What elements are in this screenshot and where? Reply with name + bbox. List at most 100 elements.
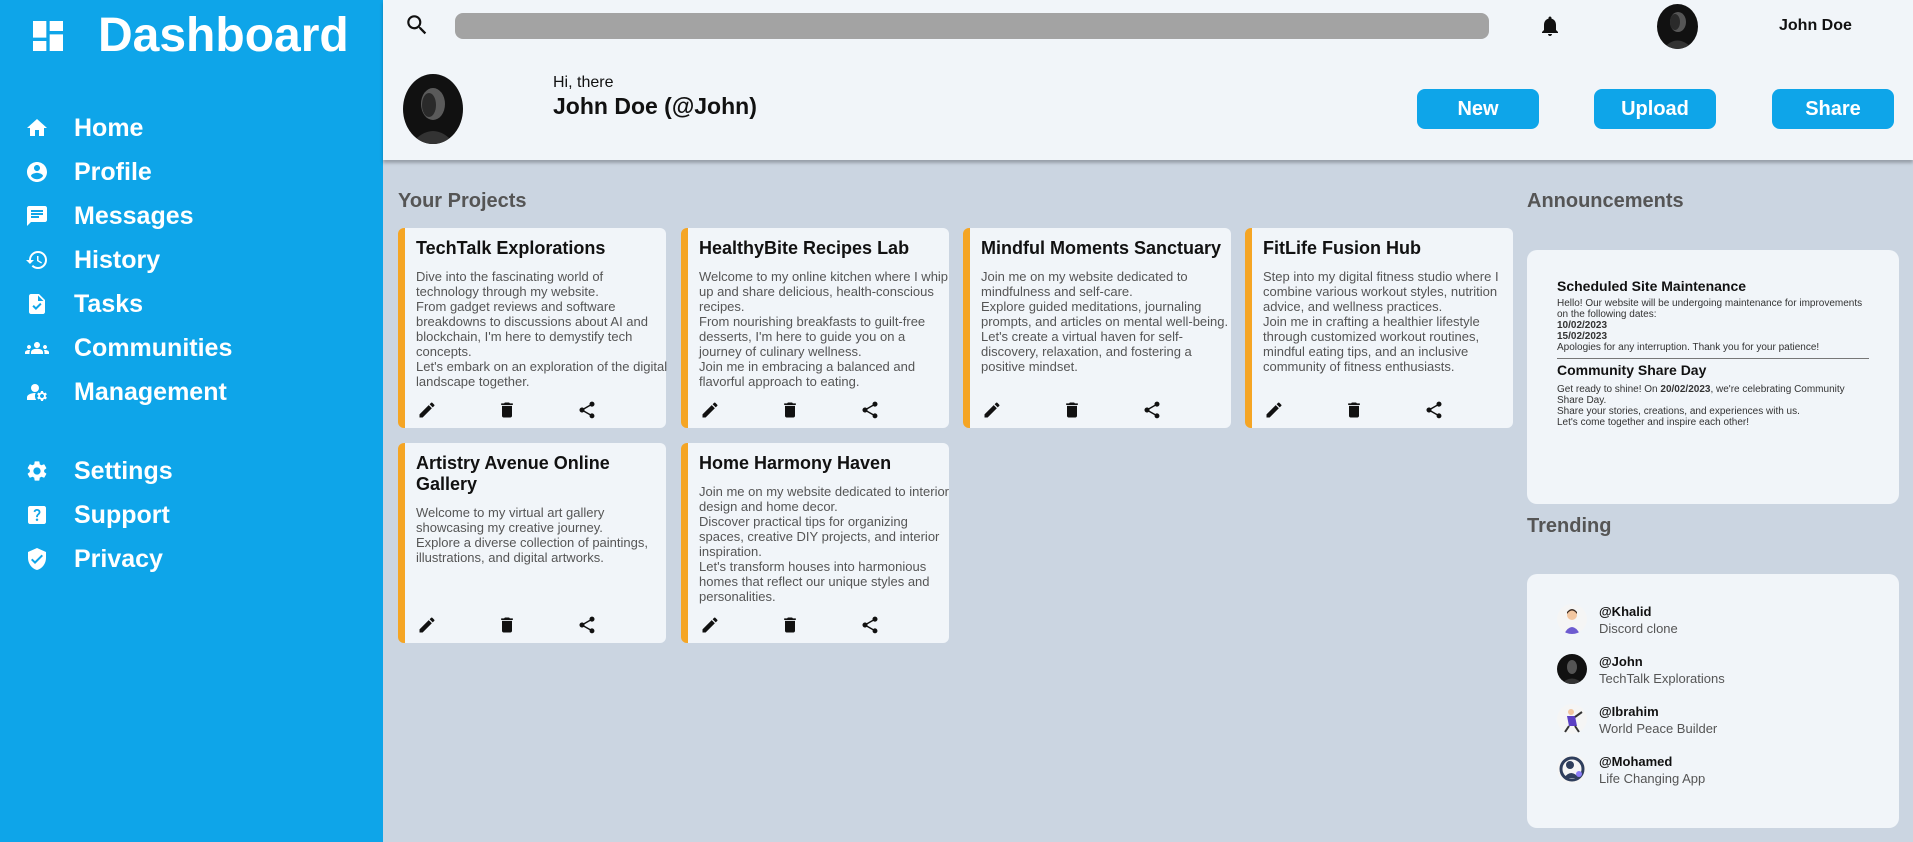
edit-icon[interactable] <box>700 615 720 635</box>
project-description: Welcome to my online kitchen where I whi… <box>699 269 949 389</box>
trending-project: TechTalk Explorations <box>1599 671 1725 686</box>
avatar <box>1557 654 1587 684</box>
search-input[interactable] <box>455 13 1489 39</box>
sidebar-item-label: Home <box>74 113 144 142</box>
delete-icon[interactable] <box>780 615 800 635</box>
project-description: Join me on my website dedicated to mindf… <box>981 269 1229 374</box>
project-card[interactable]: Home Harmony Haven Join me on my website… <box>681 443 949 643</box>
profile-fullname: John Doe (@John) <box>553 93 757 119</box>
edit-icon[interactable] <box>417 400 437 420</box>
sidebar-item-home[interactable]: Home <box>0 106 383 150</box>
project-description: Dive into the fascinating world of techn… <box>416 269 668 389</box>
announcement-text: Apologies for any interruption. Thank yo… <box>1557 342 1820 353</box>
project-card[interactable]: FitLife Fusion Hub Step into my digital … <box>1245 228 1513 428</box>
sidebar-item-label: History <box>74 245 161 274</box>
project-title: HealthyBite Recipes Lab <box>699 238 910 258</box>
sidebar: Dashboard Home Profile Messages History … <box>0 0 383 842</box>
upload-button[interactable]: Upload <box>1594 89 1716 129</box>
task-icon <box>24 291 50 317</box>
sidebar-item-history[interactable]: History <box>0 238 383 282</box>
brand-title: Dashboard <box>98 9 349 62</box>
edit-icon[interactable] <box>417 615 437 635</box>
manage-accounts-icon <box>24 379 50 405</box>
project-card[interactable]: HealthyBite Recipes Lab Welcome to my on… <box>681 228 949 428</box>
trending-item[interactable]: @Ibrahim World Peace Builder <box>1557 704 1717 738</box>
username[interactable]: John Doe <box>1779 17 1852 35</box>
brand[interactable]: Dashboard <box>28 10 349 62</box>
avatar <box>1557 604 1587 634</box>
avatar[interactable] <box>1657 4 1698 49</box>
delete-icon[interactable] <box>780 400 800 420</box>
delete-icon[interactable] <box>1062 400 1082 420</box>
announcement-date: 15/02/2023 <box>1557 331 1608 342</box>
message-icon <box>24 203 50 229</box>
trending-project: Discord clone <box>1599 621 1678 636</box>
card-actions <box>700 615 940 635</box>
delete-icon[interactable] <box>497 615 517 635</box>
sidebar-item-management[interactable]: Management <box>0 370 383 414</box>
delete-icon[interactable] <box>1344 400 1364 420</box>
sidebar-item-profile[interactable]: Profile <box>0 150 383 194</box>
new-button[interactable]: New <box>1417 89 1539 129</box>
announcement-title: Scheduled Site Maintenance <box>1557 278 1747 294</box>
sidebar-item-privacy[interactable]: Privacy <box>0 537 383 581</box>
project-title: Mindful Moments Sanctuary <box>981 238 1222 258</box>
home-icon <box>24 115 50 141</box>
announcement-title: Community Share Day <box>1557 362 1707 378</box>
sidebar-item-settings[interactable]: Settings <box>0 449 383 493</box>
trending-item[interactable]: @Khalid Discord clone <box>1557 604 1678 638</box>
project-description: Join me on my website dedicated to inter… <box>699 484 950 604</box>
share-icon[interactable] <box>1142 400 1162 420</box>
projects-title: Your Projects <box>398 190 527 212</box>
share-icon[interactable] <box>577 615 597 635</box>
project-card[interactable]: TechTalk Explorations Dive into the fasc… <box>398 228 668 428</box>
project-description: Welcome to my virtual art gallery showca… <box>416 505 648 565</box>
announcement-text: Hello! Our website will be undergoing ma… <box>1557 298 1863 320</box>
profile-avatar <box>403 74 463 144</box>
trending-handle: @Mohamed <box>1599 754 1673 769</box>
announcement-text: Share your stories, creations, and exper… <box>1557 406 1800 417</box>
bell-icon[interactable] <box>1538 14 1562 38</box>
delete-icon[interactable] <box>497 400 517 420</box>
project-title: Home Harmony Haven <box>699 453 892 473</box>
trending-item[interactable]: @John TechTalk Explorations <box>1557 654 1725 688</box>
card-actions <box>700 400 940 420</box>
gear-icon <box>24 458 50 484</box>
announcement-date: 10/02/2023 <box>1557 320 1608 331</box>
sidebar-item-messages[interactable]: Messages <box>0 194 383 238</box>
share-icon[interactable] <box>860 615 880 635</box>
groups-icon <box>24 335 50 361</box>
sidebar-item-tasks[interactable]: Tasks <box>0 282 383 326</box>
share-icon[interactable] <box>577 400 597 420</box>
header: John Doe Hi, there John Doe (@John) New … <box>383 0 1913 160</box>
trending-item[interactable]: @Mohamed Life Changing App <box>1557 754 1705 788</box>
divider <box>1557 358 1869 359</box>
edit-icon[interactable] <box>1264 400 1284 420</box>
project-card[interactable]: Artistry Avenue Online Gallery Welcome t… <box>398 443 666 643</box>
trending-handle: @Khalid <box>1599 604 1652 619</box>
share-button[interactable]: Share <box>1772 89 1894 129</box>
sidebar-item-label: Support <box>74 500 170 529</box>
card-actions <box>417 615 657 635</box>
project-card[interactable]: Mindful Moments Sanctuary Join me on my … <box>963 228 1231 428</box>
trending-handle: @Ibrahim <box>1599 704 1659 719</box>
trending-text: @Mohamed Life Changing App <box>1599 754 1705 788</box>
sidebar-item-support[interactable]: Support <box>0 493 383 537</box>
share-icon[interactable] <box>1424 400 1444 420</box>
edit-icon[interactable] <box>982 400 1002 420</box>
trending-text: @Khalid Discord clone <box>1599 604 1678 638</box>
card-actions <box>1264 400 1504 420</box>
announcement-text: Let's come together and inspire each oth… <box>1557 417 1750 428</box>
card-actions <box>982 400 1222 420</box>
share-icon[interactable] <box>860 400 880 420</box>
sidebar-nav: Home Profile Messages History Tasks Comm… <box>0 106 383 581</box>
sidebar-item-label: Profile <box>74 157 152 186</box>
search-icon[interactable] <box>404 12 430 38</box>
account-circle-icon <box>24 159 50 185</box>
sidebar-item-label: Messages <box>74 201 194 230</box>
edit-icon[interactable] <box>700 400 720 420</box>
sidebar-item-label: Tasks <box>74 289 144 318</box>
announcements-panel: Scheduled Site Maintenance Hello! Our we… <box>1527 250 1899 504</box>
sidebar-item-communities[interactable]: Communities <box>0 326 383 370</box>
avatar <box>1557 704 1587 734</box>
